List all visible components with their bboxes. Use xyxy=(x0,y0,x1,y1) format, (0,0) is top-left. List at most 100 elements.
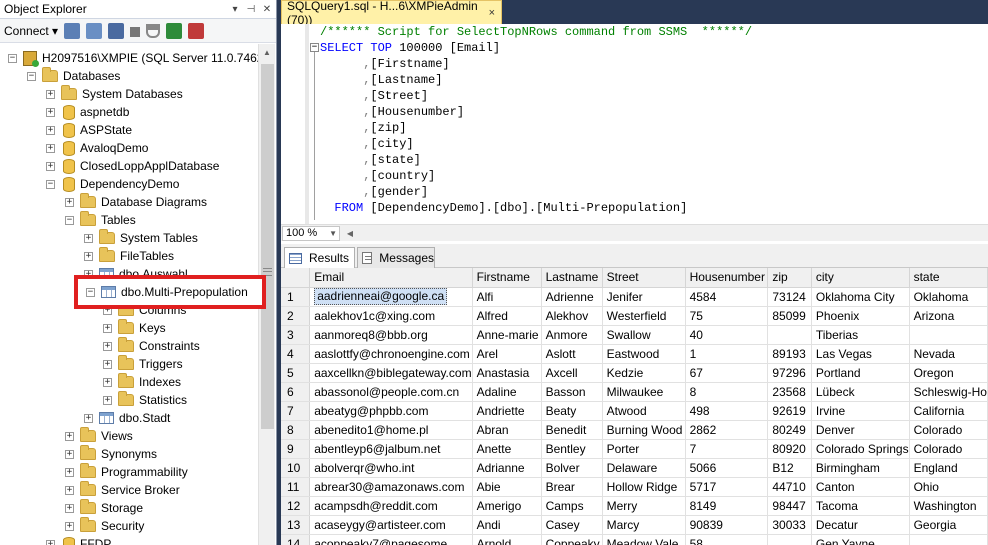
table-cell[interactable]: 7 xyxy=(685,439,769,459)
results-grid[interactable]: Email Firstname Lastname Street Housenum… xyxy=(281,268,988,545)
tree-node-tables[interactable]: − Tables xyxy=(65,211,136,229)
expand-icon[interactable]: + xyxy=(65,485,74,495)
row-number[interactable]: 4 xyxy=(281,344,311,364)
table-row[interactable]: 13 acaseygy@artisteer.com Andi Casey Marcy 90… xyxy=(281,515,988,535)
tree-node-service-broker[interactable]: + Service Broker xyxy=(65,481,180,499)
expand-icon[interactable]: + xyxy=(84,251,93,261)
table-row[interactable]: 1 aadrienneai@google.ca Alfi Adrienne Jenife… xyxy=(281,287,988,307)
row-number[interactable]: 14 xyxy=(281,534,311,545)
expand-icon[interactable]: + xyxy=(46,125,55,135)
table-cell[interactable]: Anmore xyxy=(541,325,603,345)
table-row[interactable]: 3 aanmoreq8@bbb.org Anne-marie Anmore Swallo… xyxy=(281,325,988,345)
table-cell[interactable]: Arnold xyxy=(472,534,542,545)
table-cell[interactable]: 30033 xyxy=(767,515,812,535)
expand-icon[interactable]: + xyxy=(103,323,112,333)
refresh-icon[interactable] xyxy=(166,22,183,39)
close-icon[interactable]: ✕ xyxy=(260,4,274,15)
table-cell[interactable]: Birmingham xyxy=(811,458,910,478)
table-cell[interactable]: Washington xyxy=(909,496,988,516)
row-number[interactable]: 13 xyxy=(281,515,311,535)
table-cell[interactable] xyxy=(909,534,988,545)
table-cell[interactable]: Arel xyxy=(472,344,542,364)
table-cell[interactable]: Georgia xyxy=(909,515,988,535)
table-cell[interactable]: Lübeck xyxy=(811,382,910,402)
table-row[interactable]: 4 aaslottfy@chronoengine.com Arel Aslott Eas… xyxy=(281,344,988,364)
table-cell[interactable]: B12 xyxy=(767,458,812,478)
table-cell[interactable]: 92619 xyxy=(767,401,812,421)
expand-icon[interactable]: + xyxy=(103,395,112,405)
table-cell[interactable]: Merry xyxy=(602,496,686,516)
expand-icon[interactable]: + xyxy=(65,449,74,459)
table-cell[interactable]: Swallow xyxy=(602,325,686,345)
table-cell[interactable]: Amerigo xyxy=(472,496,542,516)
table-cell[interactable]: Ohio xyxy=(909,477,988,497)
table-cell[interactable]: 75 xyxy=(685,306,769,326)
table-cell[interactable]: Beaty xyxy=(541,401,603,421)
table-row[interactable]: 8 abenedito1@home.pl Abran Benedit Burning W… xyxy=(281,420,988,440)
table-cell[interactable]: Denver xyxy=(811,420,910,440)
filter-icon[interactable] xyxy=(146,23,161,38)
tree-node-avaloqdemo[interactable]: + AvaloqDemo xyxy=(46,139,148,157)
row-number[interactable]: 7 xyxy=(281,401,311,421)
row-number[interactable]: 11 xyxy=(281,477,311,497)
expand-icon[interactable]: + xyxy=(65,197,74,207)
table-cell[interactable]: Oregon xyxy=(909,363,988,383)
zoom-select[interactable]: 100 % ▼ xyxy=(282,225,340,241)
table-cell[interactable]: 5717 xyxy=(685,477,769,497)
table-row[interactable]: 2 aalekhov1c@xing.com Alfred Alekhov Westerf… xyxy=(281,306,988,326)
expand-icon[interactable]: + xyxy=(65,467,74,477)
column-header[interactable]: Lastname xyxy=(541,268,603,288)
table-cell[interactable]: abolverqr@who.int xyxy=(309,458,473,478)
table-cell[interactable]: 40 xyxy=(685,325,769,345)
table-cell[interactable]: 8149 xyxy=(685,496,769,516)
table-cell[interactable]: 23568 xyxy=(767,382,812,402)
selected-cell[interactable]: aadrienneai@google.ca xyxy=(309,287,473,307)
tree-node-databases[interactable]: − Databases xyxy=(27,67,120,85)
expand-icon[interactable]: + xyxy=(65,431,74,441)
table-cell[interactable]: Adrienne xyxy=(541,287,603,307)
table-row[interactable]: 12 acampsdh@reddit.com Amerigo Camps Merry 81… xyxy=(281,496,988,516)
table-cell[interactable]: Atwood xyxy=(602,401,686,421)
expand-icon[interactable]: + xyxy=(46,89,55,99)
table-cell[interactable]: 80249 xyxy=(767,420,812,440)
tab-messages[interactable]: Messages xyxy=(357,247,435,268)
table-cell[interactable]: Adaline xyxy=(472,382,542,402)
table-cell[interactable]: Jenifer xyxy=(602,287,686,307)
table-cell[interactable]: aanmoreq8@bbb.org xyxy=(309,325,473,345)
tree-node-views[interactable]: + Views xyxy=(65,427,133,445)
table-cell[interactable]: acoppeaky7@pagesome xyxy=(309,534,473,545)
chevron-down-icon[interactable]: ▼ xyxy=(329,229,339,238)
table-cell[interactable]: 73124 xyxy=(767,287,812,307)
table-cell[interactable]: Tacoma xyxy=(811,496,910,516)
collapse-icon[interactable]: − xyxy=(46,179,55,189)
table-cell[interactable]: abrear30@amazonaws.com xyxy=(309,477,473,497)
expand-icon[interactable]: + xyxy=(46,143,55,153)
table-cell[interactable]: 98447 xyxy=(767,496,812,516)
register-icon[interactable] xyxy=(108,22,125,39)
table-cell[interactable]: Decatur xyxy=(811,515,910,535)
expand-icon[interactable]: + xyxy=(84,413,93,423)
row-number[interactable]: 9 xyxy=(281,439,311,459)
column-header[interactable]: state xyxy=(909,268,988,288)
table-cell[interactable]: 1 xyxy=(685,344,769,364)
row-number[interactable]: 8 xyxy=(281,420,311,440)
table-cell[interactable]: Las Vegas xyxy=(811,344,910,364)
tree-node-aspstate[interactable]: + ASPState xyxy=(46,121,132,139)
tree-node-server[interactable]: − H2097516\XMPIE (SQL Server 11.0.7462 - xyxy=(8,49,271,67)
table-cell[interactable]: Axcell xyxy=(541,363,603,383)
table-cell[interactable]: Brear xyxy=(541,477,603,497)
table-cell[interactable]: Arizona xyxy=(909,306,988,326)
table-cell[interactable]: 58 xyxy=(685,534,769,545)
expand-icon[interactable]: + xyxy=(65,521,74,531)
row-number[interactable]: 6 xyxy=(281,382,311,402)
table-cell[interactable]: Camps xyxy=(541,496,603,516)
pin-icon[interactable]: ⊣ xyxy=(244,4,258,15)
row-number[interactable]: 5 xyxy=(281,363,311,383)
sql-editor[interactable]: − /****** Script for SelectTopNRows comm… xyxy=(281,24,988,224)
expand-icon[interactable]: + xyxy=(103,377,112,387)
row-number[interactable]: 1 xyxy=(281,287,311,307)
table-cell[interactable]: Adrianne xyxy=(472,458,542,478)
table-cell[interactable]: Abie xyxy=(472,477,542,497)
row-number[interactable]: 12 xyxy=(281,496,311,516)
table-cell[interactable]: Milwaukee xyxy=(602,382,686,402)
